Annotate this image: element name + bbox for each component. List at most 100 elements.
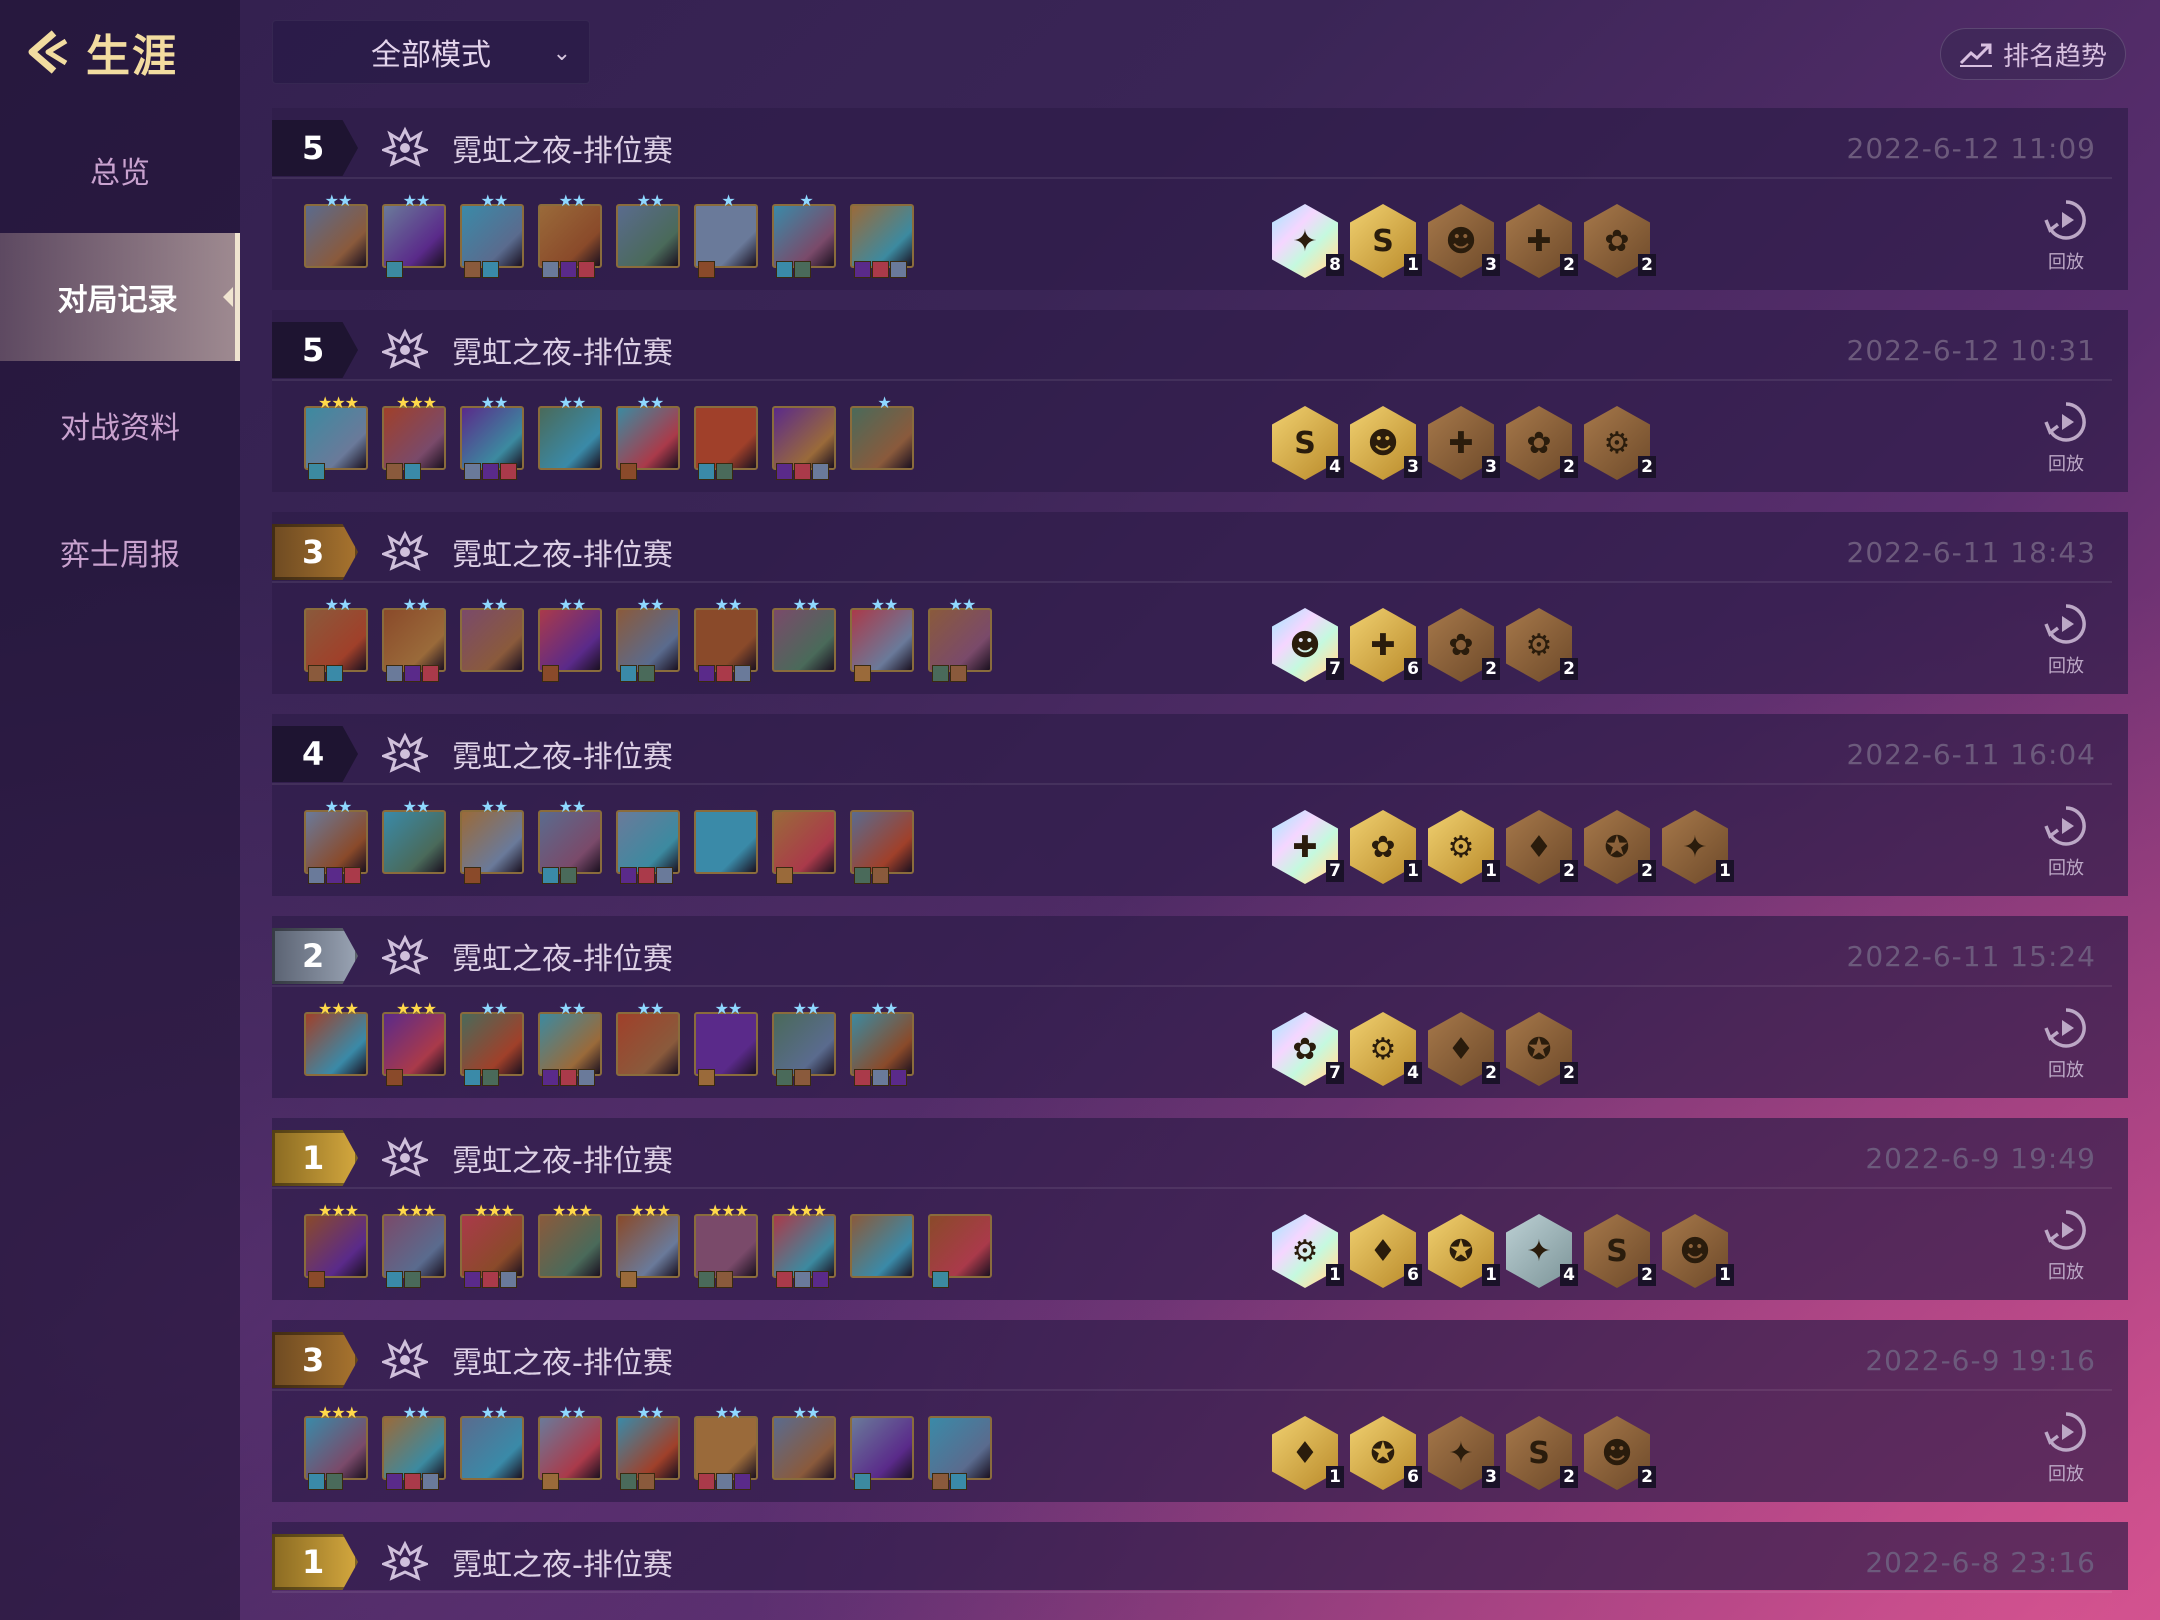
trait-badge[interactable]: ✚ 7 (1272, 810, 1344, 884)
trait-badge[interactable]: ✪ 2 (1584, 810, 1656, 884)
item-icon[interactable] (500, 1271, 517, 1288)
item-icon[interactable] (308, 1271, 325, 1288)
champion-icon[interactable]: ★★ (772, 1001, 836, 1086)
trait-badge[interactable]: ✿ 2 (1584, 204, 1656, 278)
trait-badge[interactable]: ✪ 2 (1506, 1012, 1578, 1086)
item-icon[interactable] (854, 867, 871, 884)
item-icon[interactable] (656, 867, 673, 884)
champion-icon[interactable] (694, 810, 758, 874)
item-icon[interactable] (776, 463, 793, 480)
item-icon[interactable] (308, 867, 325, 884)
item-icon[interactable] (734, 1473, 751, 1490)
item-icon[interactable] (326, 1473, 343, 1490)
item-icon[interactable] (560, 867, 577, 884)
champion-icon[interactable]: ★★ (460, 597, 524, 672)
champion-icon[interactable]: ★★★ (616, 1203, 680, 1288)
champion-icon[interactable]: ★★ (538, 1405, 602, 1490)
trait-badge[interactable]: ⚙ 4 (1350, 1012, 1422, 1086)
champion-icon[interactable]: ★★ (460, 193, 524, 278)
item-icon[interactable] (578, 261, 595, 278)
champion-icon[interactable]: ★★★ (304, 1405, 368, 1490)
item-icon[interactable] (464, 867, 481, 884)
trait-badge[interactable]: ⚙ 1 (1428, 810, 1500, 884)
item-icon[interactable] (578, 1069, 595, 1086)
item-icon[interactable] (716, 463, 733, 480)
item-icon[interactable] (386, 1271, 403, 1288)
trait-badge[interactable]: ✦ 3 (1428, 1416, 1500, 1490)
item-icon[interactable] (734, 665, 751, 682)
item-icon[interactable] (890, 261, 907, 278)
item-icon[interactable] (872, 1069, 889, 1086)
item-icon[interactable] (308, 463, 325, 480)
champion-icon[interactable] (850, 810, 914, 884)
trait-badge[interactable]: ☻ 3 (1350, 406, 1422, 480)
champion-icon[interactable]: ★★ (538, 193, 602, 278)
item-icon[interactable] (422, 665, 439, 682)
item-icon[interactable] (308, 1473, 325, 1490)
champion-icon[interactable]: ★★ (538, 1001, 602, 1086)
item-icon[interactable] (542, 1473, 559, 1490)
item-icon[interactable] (716, 1271, 733, 1288)
trait-badge[interactable]: ✪ 6 (1350, 1416, 1422, 1490)
replay-button[interactable]: 回放 (2036, 1410, 2096, 1486)
rank-trend-button[interactable]: 排名趋势 (1940, 28, 2126, 80)
item-icon[interactable] (716, 665, 733, 682)
item-icon[interactable] (620, 1271, 637, 1288)
champion-icon[interactable] (772, 406, 836, 480)
champion-icon[interactable]: ★★ (460, 395, 524, 480)
item-icon[interactable] (326, 867, 343, 884)
champion-icon[interactable]: ★★ (616, 597, 680, 682)
match-card[interactable]: 5 霓虹之夜-排位赛 2022-6-12 10:31 ★★★ ★★★ ★★ ★★ ★★ ★ S 4 ☻… (272, 310, 2128, 492)
item-icon[interactable] (386, 463, 403, 480)
trait-badge[interactable]: ✚ 3 (1428, 406, 1500, 480)
item-icon[interactable] (872, 261, 889, 278)
trait-badge[interactable]: ⚙ 1 (1272, 1214, 1344, 1288)
item-icon[interactable] (854, 1473, 871, 1490)
item-icon[interactable] (422, 1473, 439, 1490)
champion-icon[interactable]: ★ (850, 395, 914, 470)
champion-icon[interactable]: ★★★ (382, 395, 446, 480)
item-icon[interactable] (638, 1473, 655, 1490)
back-button[interactable]: 生涯 (20, 22, 178, 82)
item-icon[interactable] (950, 665, 967, 682)
champion-icon[interactable]: ★★ (304, 597, 368, 682)
trait-badge[interactable]: ☻ 1 (1662, 1214, 1734, 1288)
trait-badge[interactable]: ✦ 1 (1662, 810, 1734, 884)
item-icon[interactable] (698, 665, 715, 682)
trait-badge[interactable]: ♦ 1 (1272, 1416, 1344, 1490)
item-icon[interactable] (950, 1473, 967, 1490)
item-icon[interactable] (542, 665, 559, 682)
match-card[interactable]: 3 霓虹之夜-排位赛 2022-6-9 19:16 ★★★ ★★ ★★ ★★ ★★ ★★ ★★ ♦ 1… (272, 1320, 2128, 1502)
item-icon[interactable] (404, 665, 421, 682)
item-icon[interactable] (698, 1473, 715, 1490)
trait-badge[interactable]: S1 (1350, 204, 1422, 278)
item-icon[interactable] (464, 1069, 481, 1086)
champion-icon[interactable]: ★★ (616, 1001, 680, 1076)
item-icon[interactable] (716, 1473, 733, 1490)
champion-icon[interactable]: ★★★ (772, 1203, 836, 1288)
match-card[interactable]: 5 霓虹之夜-排位赛 2022-6-12 11:09 ★★ ★★ ★★ ★★ ★★ ★ ★ ✦ 8 S 1… (272, 108, 2128, 290)
champion-icon[interactable]: ★★ (694, 1405, 758, 1490)
nav-match-history[interactable]: 对局记录 (0, 233, 240, 361)
item-icon[interactable] (776, 1069, 793, 1086)
trait-badge[interactable]: ☻ 3 (1428, 204, 1500, 278)
replay-button[interactable]: 回放 (2036, 602, 2096, 678)
item-icon[interactable] (326, 665, 343, 682)
item-icon[interactable] (854, 665, 871, 682)
item-icon[interactable] (308, 665, 325, 682)
champion-icon[interactable]: ★★ (616, 395, 680, 480)
trait-badge[interactable]: S2 (1506, 1416, 1578, 1490)
item-icon[interactable] (620, 867, 637, 884)
item-icon[interactable] (794, 261, 811, 278)
replay-button[interactable]: 回放 (2036, 1006, 2096, 1082)
champion-icon[interactable]: ★★ (460, 799, 524, 884)
champion-icon[interactable]: ★★ (538, 597, 602, 682)
match-card[interactable]: 1 霓虹之夜-排位赛 2022-6-8 23:16 (272, 1522, 2128, 1593)
champion-icon[interactable]: ★★★ (538, 1203, 602, 1278)
trait-badge[interactable]: ✿ 1 (1350, 810, 1422, 884)
item-icon[interactable] (500, 463, 517, 480)
item-icon[interactable] (932, 1473, 949, 1490)
match-card[interactable]: 1 霓虹之夜-排位赛 2022-6-9 19:49 ★★★ ★★★ ★★★ ★★★ ★★★ ★★… (272, 1118, 2128, 1300)
trait-badge[interactable]: ⚙ 2 (1506, 608, 1578, 682)
champion-icon[interactable]: ★★ (850, 1001, 914, 1086)
